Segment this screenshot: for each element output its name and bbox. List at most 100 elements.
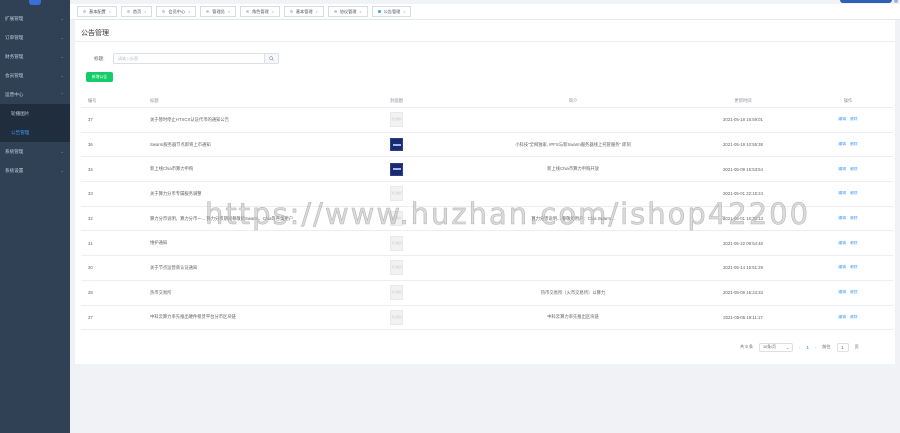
tab-roles[interactable]: 角色管理 × [239, 6, 280, 17]
edit-button[interactable]: 编辑 [838, 290, 846, 295]
delete-button[interactable]: 删除 [850, 117, 858, 122]
sidebar-item-carousel[interactable]: 轮播图片 [0, 104, 70, 123]
placeholder-text: 暂无图片 [391, 291, 402, 295]
goto-label: 前往 [822, 344, 831, 349]
sidebar-item-extensions[interactable]: 扩展管理 ⌄ [0, 9, 70, 28]
cell-image [323, 162, 463, 176]
tab-label: 基本配置 [89, 8, 106, 14]
tab-member-center[interactable]: 会员中心 × [156, 6, 197, 17]
tab-announcements[interactable]: 公告管理 × [371, 6, 412, 17]
main-content: 公告管理 标题: 新增公告 编号 标题 封面图 简介 更新时间 操作 37 关于暂… [75, 20, 895, 364]
delete-button[interactable]: 删除 [850, 290, 858, 295]
delete-button[interactable]: 删除 [850, 265, 858, 270]
page-size-select[interactable]: 10条/页 ⌄ [759, 342, 794, 352]
edit-button[interactable]: 编辑 [838, 216, 846, 221]
cell-id: 37 [88, 117, 93, 123]
edit-button[interactable]: 编辑 [838, 315, 846, 320]
tab-label: 公告管理 [383, 8, 401, 14]
sidebar-item-label: 系统管理 [5, 148, 24, 154]
cell-id: 27 [88, 314, 93, 320]
add-announcement-button[interactable]: 新增公告 [86, 72, 113, 82]
cell-op: 编辑 删除 [803, 315, 893, 320]
search-button[interactable] [264, 54, 278, 63]
sidebar-item-system-settings[interactable]: 系统设置 ⌄ [0, 161, 70, 180]
cell-id: 32 [88, 216, 93, 222]
cell-id: 33 [88, 191, 93, 197]
cell-intro: 算力分币说明... 尊敬的用户：Chia Swarm... [531, 215, 615, 221]
tab-home[interactable]: 首页 × [120, 6, 153, 17]
cell-id: 34 [88, 166, 93, 172]
tab-label: 会员中心 [168, 8, 186, 14]
close-icon[interactable]: × [359, 10, 361, 14]
tab-label: 协议管理 [339, 8, 357, 14]
close-icon[interactable]: × [144, 10, 146, 14]
cell-title: 中科云算力率先推出硬件租赁平台分币区块链 [150, 314, 236, 320]
cell-op: 编辑 删除 [803, 216, 893, 221]
table-row: 31 维护通知 暂无图片 2021-05-22 09:54:48 编辑 删除 [81, 231, 893, 257]
announcement-table: 编号 标题 封面图 简介 更新时间 操作 37 关于暂时停止HTXCX认证代币的通… [81, 94, 893, 331]
edit-button[interactable]: 编辑 [838, 191, 846, 196]
chevron-down-icon: ⌄ [60, 73, 64, 78]
cell-id: 36 [88, 142, 93, 148]
delete-button[interactable]: 删除 [850, 315, 858, 320]
tab-dot-icon [206, 10, 210, 13]
edit-button[interactable]: 编辑 [838, 241, 846, 246]
tab-basic-management[interactable]: 基本管理 × [283, 6, 324, 17]
table-row: 36 Swarm服务器节点即将上市通知 小科技"全网独家, IPFS与新Swarm服… [81, 133, 893, 158]
header-image: 封面图 [390, 97, 403, 103]
close-icon[interactable]: × [228, 10, 230, 14]
pager-total: 共 9 条 [740, 344, 754, 349]
delete-button[interactable]: 删除 [850, 241, 858, 246]
cover-placeholder: 暂无图片 [390, 309, 403, 325]
cover-placeholder: 暂无图片 [390, 235, 403, 251]
tab-agreements[interactable]: 协议管理 × [327, 6, 368, 17]
user-area[interactable] [840, 0, 892, 3]
placeholder-text: 暂无图片 [391, 266, 402, 270]
delete-button[interactable]: 删除 [850, 167, 858, 172]
close-icon[interactable]: × [403, 10, 405, 14]
cell-time: 2021-05-09 15:24:33 [723, 290, 763, 296]
close-icon[interactable]: × [316, 10, 318, 14]
chevron-down-icon: ⌄ [785, 345, 790, 350]
header-title: 标题 [150, 97, 159, 103]
edit-button[interactable]: 编辑 [838, 142, 846, 147]
cell-intro: 热币交易所（火币交易所）以算力 [540, 289, 606, 295]
sidebar-item-finance[interactable]: 财务管理 ⌄ [0, 47, 70, 66]
next-page-button[interactable]: › [815, 345, 816, 350]
delete-button[interactable]: 删除 [850, 191, 858, 196]
edit-button[interactable]: 编辑 [838, 167, 846, 172]
cell-time: 2021-05-09 15:53:54 [723, 166, 763, 172]
close-icon[interactable]: × [109, 10, 111, 14]
page-number[interactable]: 1 [806, 345, 808, 350]
sidebar-item-system-management[interactable]: 系统管理 ⌄ [0, 142, 70, 161]
sidebar-item-announcements[interactable]: 公告管理 [0, 123, 70, 142]
edit-button[interactable]: 编辑 [838, 117, 846, 122]
cell-intro: 新上线Chia币算力申购开放 [547, 166, 599, 172]
tab-dot-icon [245, 10, 249, 13]
close-icon[interactable]: × [272, 10, 274, 14]
cell-time: 2021-05-01 22:15:24 [723, 191, 763, 197]
close-icon[interactable]: × [188, 10, 190, 14]
sidebar-item-label: 会员管理 [5, 72, 24, 78]
tab-admins[interactable]: 管理员 × [200, 6, 236, 17]
prev-page-button[interactable]: ‹ [799, 345, 800, 350]
edit-button[interactable]: 编辑 [838, 265, 846, 270]
sidebar-item-members[interactable]: 会员管理 ⌄ [0, 66, 70, 85]
table-row: 28 热币交易所 暂无图片 热币交易所（火币交易所）以算力 2021-05-09 15:… [81, 281, 893, 306]
delete-button[interactable]: 删除 [850, 216, 858, 221]
sidebar-item-orders[interactable]: 订单管理 ⌄ [0, 28, 70, 47]
logo-icon [29, 0, 41, 5]
cell-title: Swarm服务器节点即将上市通知 [150, 141, 211, 147]
goto-input[interactable]: 1 [836, 342, 849, 352]
delete-button[interactable]: 删除 [850, 142, 858, 147]
table-row: 27 中科云算力率先推出硬件租赁平台分币区块链 暂无图片 中科云算力率先推出区块链 20… [81, 306, 893, 331]
sidebar-item-operations[interactable]: 运营中心 ⌃ [0, 85, 70, 104]
cell-id: 30 [88, 265, 93, 271]
search-input[interactable] [114, 54, 264, 63]
avatar[interactable] [894, 0, 898, 3]
chevron-down-icon: ⌄ [60, 35, 64, 40]
cell-op: 编辑 删除 [803, 241, 893, 246]
chevron-down-icon: ⌄ [60, 149, 64, 154]
tab-basic-config[interactable]: 基本配置 × [77, 6, 117, 17]
sidebar-logo [0, 0, 70, 7]
